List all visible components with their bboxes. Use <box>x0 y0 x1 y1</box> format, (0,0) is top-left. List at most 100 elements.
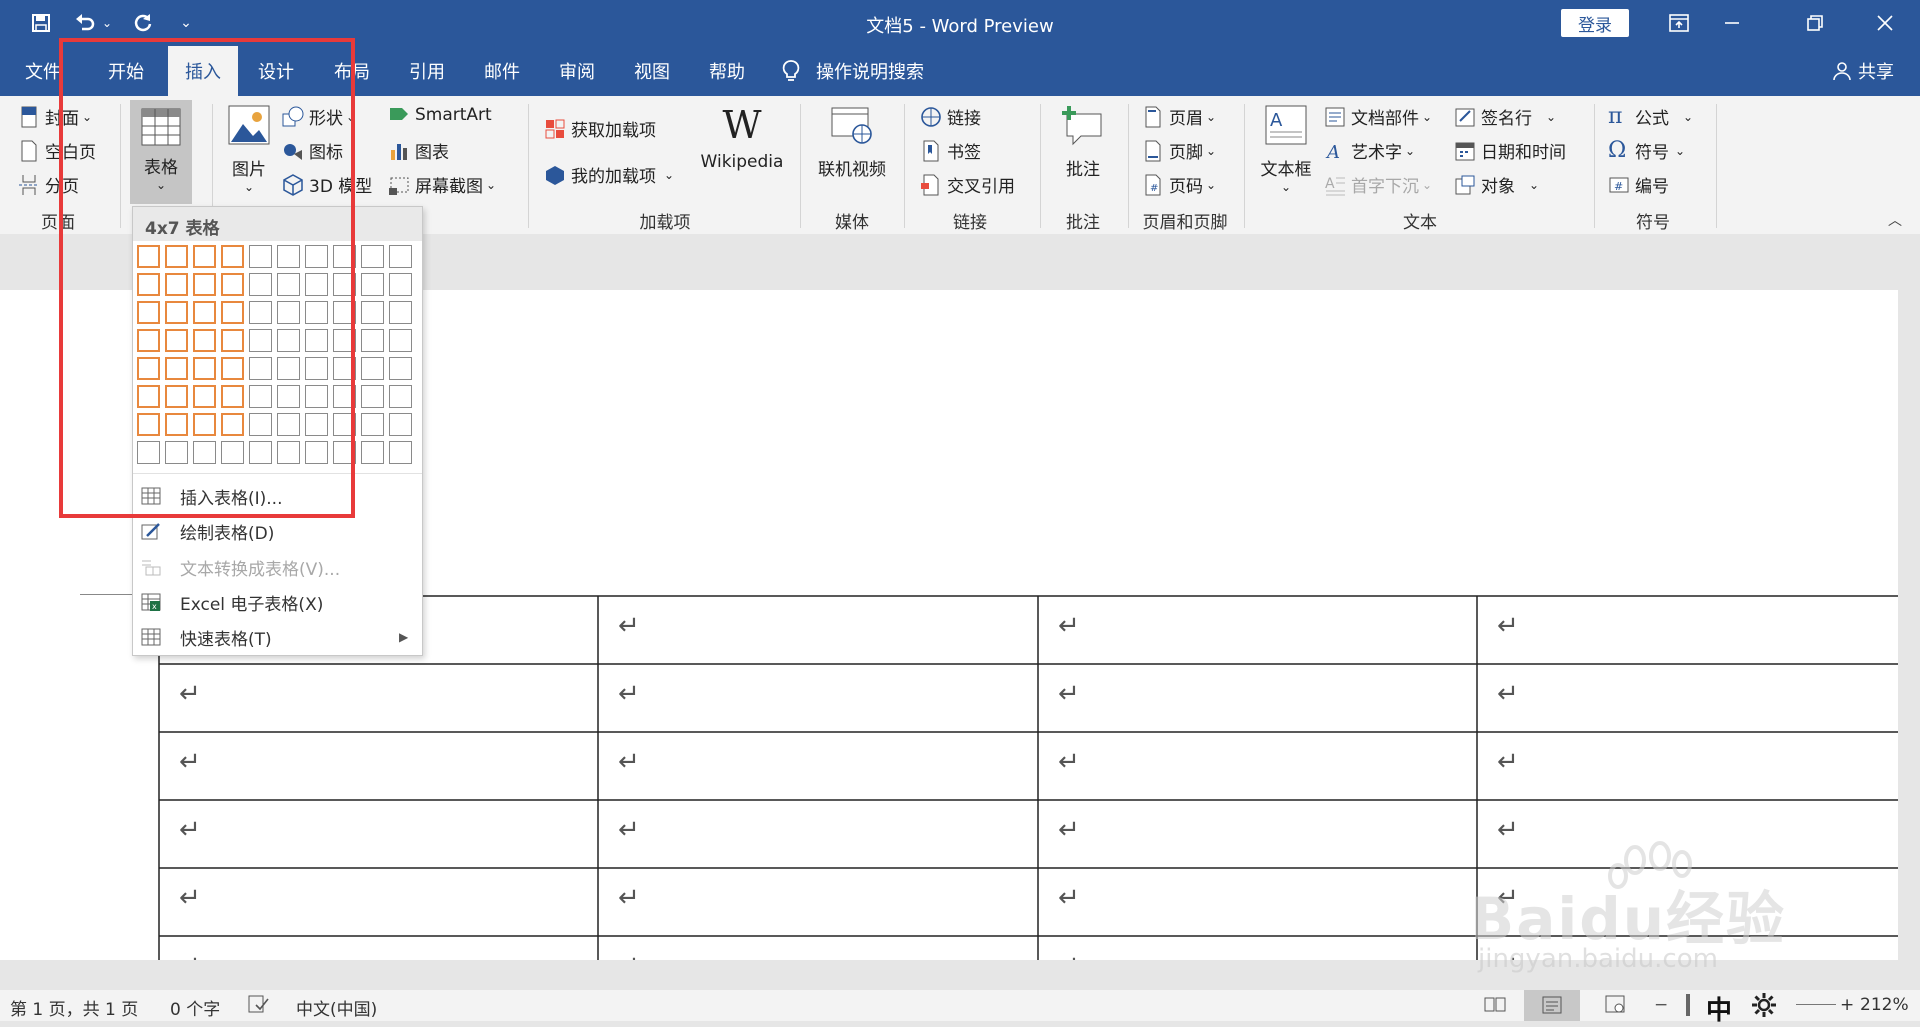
paragraph-mark[interactable]: ↵ <box>179 747 201 777</box>
table-grid-cell[interactable] <box>389 245 412 268</box>
paragraph-mark[interactable]: ↵ <box>618 611 640 641</box>
table-grid-cell[interactable] <box>361 273 384 296</box>
table-grid-cell[interactable] <box>389 441 412 464</box>
bookmark-icon <box>920 140 942 162</box>
symbol-button[interactable]: Ω 符号 ⌄ <box>1608 138 1685 163</box>
tab-mailings[interactable]: 邮件 <box>472 46 532 96</box>
table-grid-cell[interactable] <box>361 245 384 268</box>
smartart-icon <box>388 104 410 126</box>
paragraph-mark[interactable]: ↵ <box>1058 747 1080 777</box>
login-button[interactable]: 登录 <box>1561 9 1629 37</box>
tab-view[interactable]: 视图 <box>622 46 682 96</box>
table-grid-cell[interactable] <box>361 357 384 380</box>
menu-item-convert-text[interactable]: 文本转换成表格(V)... <box>133 550 422 584</box>
cross-reference-button[interactable]: 交叉引用 <box>920 172 1015 197</box>
page-count[interactable]: 第 1 页，共 1 页 <box>10 995 138 1020</box>
tell-me-search[interactable]: 操作说明搜索 <box>780 46 1000 96</box>
menu-item-draw-table[interactable]: 绘制表格(D) <box>133 514 422 548</box>
zoom-out-button[interactable]: − <box>1654 995 1668 1015</box>
window-title: 文档5 - Word Preview <box>866 16 1054 37</box>
paragraph-mark[interactable]: ↵ <box>1497 747 1519 777</box>
new-comment-button[interactable]: 批注 <box>1052 104 1114 204</box>
wordart-button[interactable]: A 艺术字 ⌄ <box>1324 138 1415 164</box>
drop-cap-button[interactable]: A 首字下沉 ⌄ <box>1324 172 1432 198</box>
page-number-button[interactable]: # 页码 ⌄ <box>1142 172 1216 197</box>
table-grid-cell[interactable] <box>389 273 412 296</box>
collapse-ribbon-icon[interactable]: ︿ <box>1888 210 1902 230</box>
quick-parts-label: 文档部件 <box>1351 109 1419 129</box>
table-grid-cell[interactable] <box>361 441 384 464</box>
word-count[interactable]: 0 个字 <box>170 995 220 1020</box>
table-grid-cell[interactable] <box>389 301 412 324</box>
screenshot-button[interactable]: 屏幕截图 ⌄ <box>388 172 496 197</box>
proofing-icon[interactable] <box>248 995 270 1018</box>
tab-help[interactable]: 帮助 <box>697 46 757 96</box>
convert-text-label: 文本转换成表格(V)... <box>180 559 341 580</box>
read-mode-icon[interactable] <box>1484 995 1506 1018</box>
table-grid-cell[interactable] <box>361 329 384 352</box>
table-grid-cell[interactable] <box>389 413 412 436</box>
web-layout-icon[interactable] <box>1604 995 1626 1018</box>
paragraph-mark[interactable]: ↵ <box>1058 611 1080 641</box>
paragraph-mark[interactable]: ↵ <box>1058 679 1080 709</box>
link-button[interactable]: 链接 <box>920 104 981 129</box>
paragraph-mark[interactable]: ↵ <box>1058 815 1080 845</box>
cross-reference-label: 交叉引用 <box>947 177 1015 197</box>
table-grid-cell[interactable] <box>361 301 384 324</box>
close-icon[interactable] <box>1870 8 1900 38</box>
signature-line-button[interactable]: 签名行 ⌄ <box>1454 104 1556 129</box>
paragraph-mark[interactable]: ↵ <box>618 883 640 913</box>
bookmark-button[interactable]: 书签 <box>920 138 981 163</box>
menu-item-excel-spreadsheet[interactable]: x Excel 电子表格(X) <box>133 585 422 619</box>
wikipedia-button[interactable]: W Wikipedia <box>697 104 787 204</box>
settings-gear-icon[interactable] <box>1750 991 1778 1024</box>
tab-review[interactable]: 审阅 <box>547 46 607 96</box>
paragraph-mark[interactable]: ↵ <box>618 747 640 777</box>
equation-button[interactable]: π 公式 ⌄ <box>1608 104 1693 129</box>
paragraph-mark[interactable]: ↵ <box>179 951 201 960</box>
paragraph-mark[interactable]: ↵ <box>179 883 201 913</box>
table-grid-cell[interactable] <box>361 413 384 436</box>
header-button[interactable]: 页眉 ⌄ <box>1142 104 1216 129</box>
share-button[interactable]: 共享 <box>1818 46 1908 96</box>
header-icon <box>1142 106 1164 128</box>
table-grid-cell[interactable] <box>361 385 384 408</box>
menu-item-quick-tables[interactable]: 快速表格(T) ▶ <box>133 620 422 654</box>
chart-button[interactable]: 图表 <box>388 138 449 163</box>
table-grid-cell[interactable] <box>389 357 412 380</box>
paragraph-mark[interactable]: ↵ <box>618 815 640 845</box>
footer-button[interactable]: 页脚 ⌄ <box>1142 138 1216 163</box>
online-video-icon <box>830 104 874 151</box>
quick-parts-button[interactable]: 文档部件 ⌄ <box>1324 104 1432 129</box>
tab-references[interactable]: 引用 <box>397 46 457 96</box>
paragraph-mark[interactable]: ↵ <box>618 679 640 709</box>
paragraph-mark[interactable]: ↵ <box>1058 883 1080 913</box>
paragraph-mark[interactable]: ↵ <box>618 951 640 960</box>
get-addins-button[interactable]: 获取加载项 <box>544 116 656 141</box>
table-grid-cell[interactable] <box>389 329 412 352</box>
minimize-icon[interactable] <box>1717 8 1747 38</box>
paragraph-mark[interactable]: ↵ <box>1497 611 1519 641</box>
date-time-button[interactable]: 日期和时间 <box>1454 138 1566 163</box>
number-button[interactable]: # 编号 <box>1608 172 1669 197</box>
text-box-button[interactable]: A 文本框 ⌄ <box>1256 104 1316 204</box>
table-grid-cell[interactable] <box>389 385 412 408</box>
zoom-in-button[interactable]: + <box>1840 995 1854 1015</box>
my-addins-button[interactable]: 我的加载项 ⌄ <box>544 162 674 187</box>
vertical-scrollbar[interactable] <box>1898 234 1920 960</box>
paragraph-mark[interactable]: ↵ <box>1058 951 1080 960</box>
wordart-icon: A <box>1324 140 1346 163</box>
restore-icon[interactable] <box>1800 8 1830 38</box>
ribbon-display-icon[interactable] <box>1664 8 1694 38</box>
language-indicator[interactable]: 中文(中国) <box>296 995 377 1020</box>
smartart-button[interactable]: SmartArt <box>388 104 492 126</box>
zoom-level[interactable]: 212% <box>1860 995 1909 1015</box>
paragraph-mark[interactable]: ↵ <box>1497 679 1519 709</box>
ime-indicator[interactable]: 中 <box>1706 990 1732 1027</box>
print-layout-icon[interactable] <box>1524 990 1580 1021</box>
paragraph-mark[interactable]: ↵ <box>179 815 201 845</box>
online-video-button[interactable]: 联机视频 <box>812 104 892 204</box>
object-button[interactable]: 对象 ⌄ <box>1454 172 1539 197</box>
zoom-slider[interactable] <box>1796 1004 1836 1005</box>
paragraph-mark[interactable]: ↵ <box>179 679 201 709</box>
